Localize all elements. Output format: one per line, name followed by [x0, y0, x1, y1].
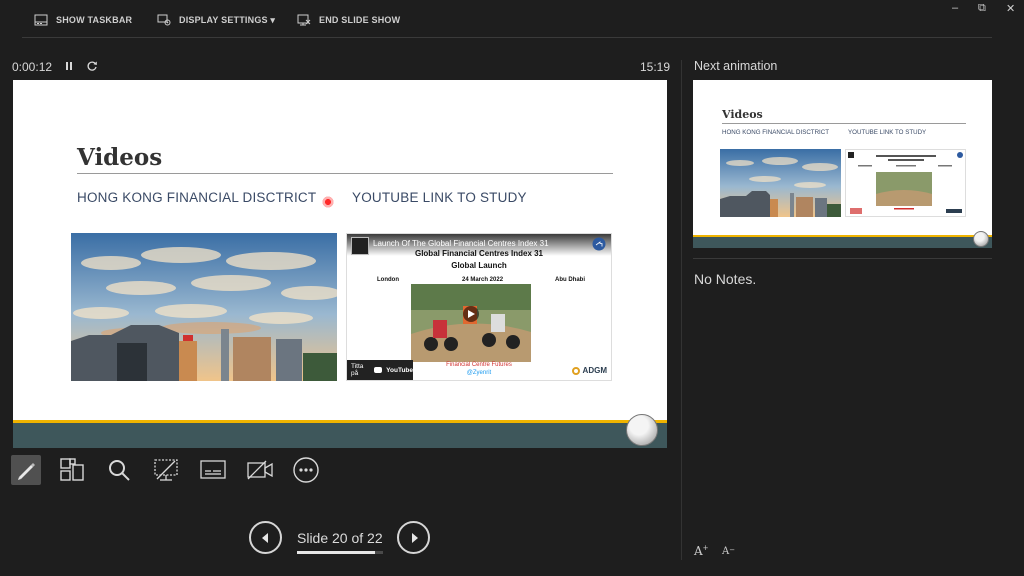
event-date: 24 March 2022: [462, 277, 504, 283]
black-screen-icon[interactable]: [151, 455, 181, 485]
city-left: London: [377, 277, 399, 283]
current-time: 15:19: [640, 60, 671, 74]
notes-divider: [693, 258, 992, 259]
gfci-subheading: Global Launch: [451, 261, 507, 270]
display-settings-button[interactable]: DISPLAY SETTINGS ▾: [157, 14, 275, 26]
left-caption: HONG KONG FINANCIAL DISCTRICT: [77, 190, 317, 205]
footer-teal-bar: [13, 423, 667, 448]
thumb-photo: [720, 149, 841, 217]
youtube-video-title: Launch Of The Global Financial Centres I…: [373, 239, 549, 248]
end-show-icon: [297, 14, 311, 26]
taskbar-icon: [34, 14, 48, 26]
see-all-slides-icon[interactable]: [57, 455, 87, 485]
slide-navigation: Slide 20 of 22: [249, 521, 439, 561]
presenter-toolbar: SHOW TASKBAR DISPLAY SETTINGS ▾ END SLID…: [0, 0, 1024, 38]
next-slide-preview[interactable]: Videos HONG KONG FINANCIAL DISCTRICT YOU…: [693, 80, 992, 248]
adgm-label: ADGM: [582, 366, 607, 375]
panel-divider: [681, 60, 682, 560]
title-rule: [77, 173, 613, 174]
thumb-title: Videos: [722, 108, 763, 121]
camera-off-icon[interactable]: [245, 455, 275, 485]
end-slide-show-button[interactable]: END SLIDE SHOW: [297, 14, 400, 26]
restore-icon[interactable]: ⧉: [978, 2, 986, 15]
end-slide-show-label: END SLIDE SHOW: [319, 15, 401, 25]
watch-on-youtube-button[interactable]: Titta på YouTube: [347, 360, 413, 380]
watch-label: Titta på: [351, 363, 364, 377]
presenter-tools: [11, 455, 331, 489]
elapsed-timer: 0:00:12: [12, 60, 53, 74]
increase-font-label: A: [694, 544, 703, 558]
youtube-brand: YouTube: [386, 366, 413, 374]
city-right: Abu Dhabi: [555, 277, 585, 283]
slide-progress-bar: [297, 551, 383, 554]
gfci-heading: Global Financial Centres Index 31: [414, 249, 544, 258]
thumb-youtube: [845, 149, 966, 217]
increase-font-button[interactable]: A+: [694, 544, 709, 558]
next-slide-button[interactable]: [397, 521, 430, 554]
previous-slide-button[interactable]: [249, 521, 282, 554]
current-slide: Videos HONG KONG FINANCIAL DISCTRICT YOU…: [13, 80, 667, 448]
next-animation-label: Next animation: [694, 59, 778, 73]
pen-tool-icon[interactable]: [11, 455, 41, 485]
hong-kong-photo: [71, 233, 337, 381]
thumb-bubble: [973, 231, 989, 247]
reset-timer-icon[interactable]: [86, 59, 98, 77]
pause-icon[interactable]: [64, 59, 74, 77]
laser-pointer: [322, 196, 334, 208]
slide-progress-fill: [297, 551, 376, 554]
minimize-icon[interactable]: –: [952, 2, 958, 14]
chevron-right-icon: [411, 532, 418, 543]
chevron-left-icon: [261, 532, 268, 543]
display-settings-icon: [157, 14, 171, 26]
subtitles-icon[interactable]: [198, 455, 228, 485]
slide-title: Videos: [77, 144, 163, 171]
thumb-rule: [722, 123, 966, 124]
youtube-embed[interactable]: Launch Of The Global Financial Centres I…: [346, 233, 612, 381]
show-taskbar-button[interactable]: SHOW TASKBAR: [34, 14, 132, 26]
display-settings-label: DISPLAY SETTINGS ▾: [179, 14, 276, 25]
video-thumbnail: [411, 284, 531, 362]
decrease-font-button[interactable]: A−: [722, 546, 735, 557]
show-taskbar-label: SHOW TASKBAR: [56, 15, 133, 25]
close-icon[interactable]: ✕: [1006, 2, 1015, 15]
thumb-left-caption: HONG KONG FINANCIAL DISCTRICT: [722, 129, 830, 136]
thumb-right-caption: YOUTUBE LINK TO STUDY: [848, 129, 927, 136]
slide-logo-bubble: [626, 414, 658, 446]
youtube-logo-icon: [374, 367, 383, 373]
slide-counter[interactable]: Slide 20 of 22: [297, 530, 383, 546]
more-options-icon[interactable]: [291, 455, 321, 485]
right-caption: YOUTUBE LINK TO STUDY: [352, 190, 527, 205]
adgm-ring-icon: [571, 366, 580, 375]
zoom-icon[interactable]: [104, 455, 134, 485]
adgm-logo: ADGM: [571, 366, 607, 375]
speaker-notes: No Notes.: [694, 271, 757, 287]
thumb-teal-bar: [693, 237, 992, 248]
toolbar-divider: [22, 37, 992, 38]
